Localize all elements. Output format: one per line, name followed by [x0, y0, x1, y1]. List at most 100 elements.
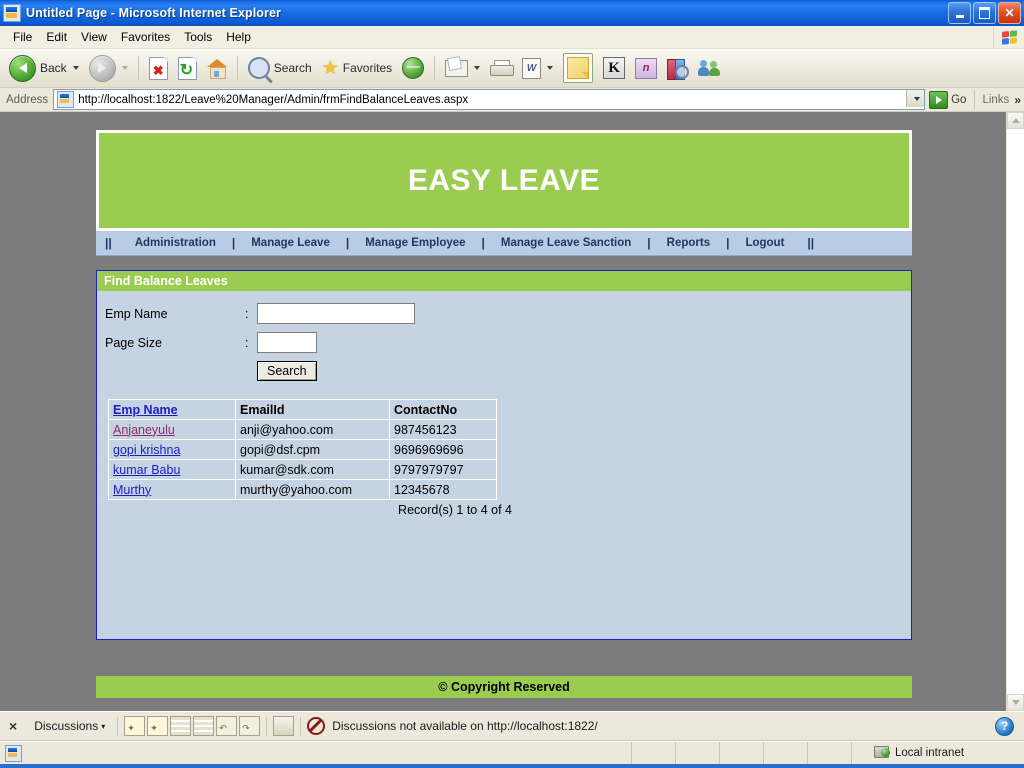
reply-discussion-icon[interactable]: ↶: [216, 716, 238, 736]
status-cell: [720, 742, 764, 764]
discussion-status-text: Discussions not available on http://loca…: [332, 719, 598, 733]
menu-item-help[interactable]: Help: [219, 28, 258, 46]
go-button[interactable]: Go: [925, 90, 974, 109]
nav-item-manage-employee[interactable]: Manage Employee: [351, 237, 479, 249]
browser-viewport: EASY LEAVE || Administration | Manage Le…: [0, 112, 1024, 711]
globe-icon: [402, 57, 425, 79]
search-form: Emp Name : Page Size : Search: [97, 291, 911, 381]
emp-name-link[interactable]: Anjaneyulu: [113, 423, 175, 437]
chevron-down-icon: ▾: [101, 721, 106, 731]
windows-logo-button[interactable]: [993, 26, 1024, 48]
refresh-button[interactable]: ↻: [173, 50, 202, 86]
help-button[interactable]: ?: [995, 716, 1014, 736]
discussions-menu-button[interactable]: Discussions ▾: [28, 719, 111, 733]
show-hide-discussions-icon[interactable]: [273, 716, 295, 736]
nav-separator: |: [647, 236, 651, 250]
forward-button[interactable]: [84, 50, 133, 86]
emp-name-input[interactable]: [257, 303, 415, 324]
search-button-row: Search: [105, 357, 911, 381]
page-size-label: Page Size: [105, 335, 162, 350]
mail-icon: [445, 59, 469, 77]
form-row-page-size: Page Size :: [105, 328, 911, 357]
window-title: Untitled Page - Microsoft Internet Explo…: [26, 6, 282, 20]
menu-item-view[interactable]: View: [74, 28, 114, 46]
menu-item-tools[interactable]: Tools: [177, 28, 219, 46]
nav-item-reports[interactable]: Reports: [653, 237, 724, 249]
kaspersky-button[interactable]: K: [598, 50, 630, 86]
links-bar[interactable]: Links »: [974, 90, 1021, 109]
web-page: EASY LEAVE || Administration | Manage Le…: [0, 112, 1006, 711]
links-overflow-chevron-icon[interactable]: »: [1014, 93, 1021, 107]
forward-discussion-icon[interactable]: ↷: [239, 716, 261, 736]
home-button[interactable]: [202, 50, 232, 86]
address-input[interactable]: http://localhost:1822/Leave%20Manager/Ad…: [53, 89, 926, 110]
security-zone-indicator[interactable]: Local intranet: [852, 742, 1024, 764]
back-button[interactable]: Back: [4, 50, 84, 86]
search-submit-button[interactable]: Search: [257, 361, 317, 381]
mail-button[interactable]: [440, 50, 485, 86]
emp-name-link[interactable]: kumar Babu: [113, 463, 180, 477]
status-cell: [764, 742, 808, 764]
discuss-button[interactable]: [558, 50, 598, 86]
chevron-down-icon: [1011, 700, 1020, 705]
favorites-button[interactable]: ★ Favorites: [317, 50, 397, 86]
messenger-button[interactable]: n: [630, 50, 662, 86]
scroll-up-button[interactable]: [1007, 112, 1024, 129]
table-row: Murthy murthy@yahoo.com 12345678: [108, 479, 497, 500]
results-grid: Emp Name EmailId ContactNo Anjaneyulu an…: [108, 399, 497, 500]
menu-item-favorites[interactable]: Favorites: [114, 28, 177, 46]
scroll-down-button[interactable]: [1007, 694, 1024, 711]
maximize-button[interactable]: [973, 2, 996, 24]
previous-discussion-icon[interactable]: [170, 716, 192, 736]
cell-contactno: 9696969696: [389, 439, 497, 460]
search-label: Search: [273, 61, 312, 75]
cell-emp-name: Anjaneyulu: [108, 419, 236, 440]
nav-start-marker: ||: [105, 236, 112, 250]
discuss-note-button-frame: [563, 53, 594, 83]
minimize-button[interactable]: [948, 2, 971, 24]
taskbar-edge: [0, 764, 1024, 768]
back-dropdown-caret-icon[interactable]: [72, 66, 79, 70]
mail-dropdown-caret-icon[interactable]: [474, 66, 481, 70]
close-icon: ✕: [1004, 6, 1015, 20]
media-button[interactable]: [397, 50, 429, 86]
close-button[interactable]: ✕: [998, 2, 1021, 24]
emp-name-link[interactable]: gopi krishna: [113, 443, 180, 457]
insert-discussion-about-page-icon[interactable]: ✦: [147, 716, 169, 736]
nav-item-administration[interactable]: Administration: [121, 237, 230, 249]
nav-separator: |: [481, 236, 485, 250]
go-icon: [929, 90, 949, 109]
print-button[interactable]: [485, 50, 517, 86]
research-button[interactable]: [662, 50, 693, 86]
results-grid-wrapper: Emp Name EmailId ContactNo Anjaneyulu an…: [97, 381, 911, 517]
menu-item-edit[interactable]: Edit: [39, 28, 74, 46]
menu-item-file[interactable]: File: [6, 28, 39, 46]
site-title: EASY LEAVE: [407, 163, 601, 197]
address-label: Address: [6, 93, 49, 106]
table-row: gopi krishna gopi@dsf.cpm 9696969696: [108, 439, 497, 460]
chevron-up-icon: [1011, 118, 1020, 123]
nav-item-manage-leave[interactable]: Manage Leave: [237, 237, 344, 249]
nav-item-logout[interactable]: Logout: [731, 237, 798, 249]
sort-emp-name-link[interactable]: Emp Name: [113, 403, 178, 417]
browser-window: Untitled Page - Microsoft Internet Explo…: [0, 0, 1024, 768]
people-button[interactable]: [693, 50, 725, 86]
address-dropdown-button[interactable]: [906, 90, 925, 107]
nav-item-manage-leave-sanction[interactable]: Manage Leave Sanction: [487, 237, 645, 249]
printer-icon: [490, 59, 515, 77]
not-available-icon: [307, 717, 326, 735]
column-header-contactno: ContactNo: [389, 399, 497, 420]
vertical-scrollbar[interactable]: [1006, 112, 1024, 711]
toolbar-divider: [137, 56, 139, 80]
insert-discussion-icon[interactable]: ✦: [124, 716, 146, 736]
search-icon: [247, 57, 270, 79]
page-size-input[interactable]: [257, 332, 317, 353]
edit-dropdown-caret-icon[interactable]: [547, 66, 554, 70]
research-books-icon: [667, 58, 690, 80]
search-button[interactable]: Search: [243, 50, 317, 86]
edit-word-button[interactable]: W: [517, 50, 558, 86]
close-discussion-bar-button[interactable]: ×: [4, 718, 26, 734]
next-discussion-icon[interactable]: [193, 716, 215, 736]
emp-name-link[interactable]: Murthy: [113, 483, 151, 497]
stop-button[interactable]: ✖: [144, 50, 173, 86]
